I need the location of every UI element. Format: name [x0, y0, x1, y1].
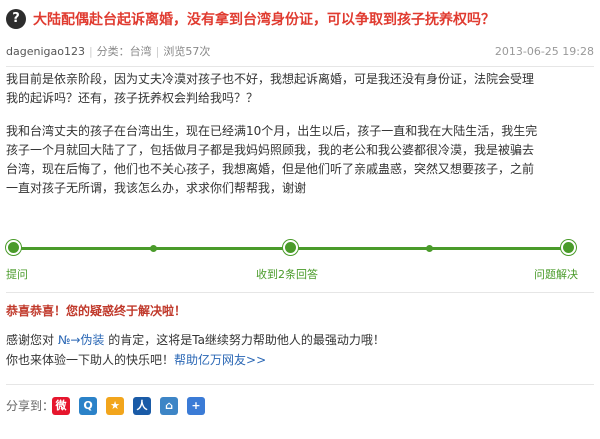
body-line: 我和台湾丈夫的孩子在台湾出生，现在已经满10个月，出生以后，孩子一直和我在大陆生… — [6, 124, 538, 138]
body-line: 台湾，现在后悔了，他们也不关心孩子，我想离婚，但是他们听了亲戚蛊惑，突然又想要孩… — [6, 162, 535, 176]
meta-separator: | — [88, 45, 93, 58]
progress-step-resolved-label: 问题解决 — [534, 268, 578, 281]
invite-text: 你也来体验一下助人的快乐吧！帮助亿万网友>> — [6, 351, 266, 369]
body-line: 一直对孩子无所谓，我该怎么办，求求你们帮帮我，谢谢 — [6, 181, 307, 195]
thanks-prefix: 感谢您对 — [6, 333, 55, 347]
divider — [6, 292, 594, 293]
renren-icon[interactable]: 人 — [133, 397, 151, 415]
question-meta: dagenigao123 | 分类：台湾 | 浏览57次 2013-06-25 19:2… — [6, 44, 594, 60]
question-body-para-2: 我和台湾丈夫的孩子在台湾出生，现在已经满10个月，出生以后，孩子一直和我在大陆生… — [6, 122, 591, 198]
progress-bar: 提问 收到2条回答 问题解决 — [6, 240, 578, 281]
progress-step-ask-dot — [6, 240, 21, 255]
progress-mid-dot — [426, 245, 433, 252]
question-title: 大陆配偶赴台起诉离婚，没有拿到台湾身份证，可以争取到孩子抚养权吗？ — [33, 12, 495, 28]
view-count: 浏览57次 — [163, 45, 211, 58]
invite-prefix: 你也来体验一下助人的快乐吧！ — [6, 353, 175, 367]
meta-separator: | — [155, 45, 160, 58]
bookmark-icon[interactable]: ⌂ — [160, 397, 178, 415]
progress-mid-dot — [150, 245, 157, 252]
thanks-text: 感谢您对 №→伪装 的肯定，这将是Ta继续努力帮助他人的最强动力哦！ — [6, 331, 385, 349]
post-time: 2013-06-25 19:28 — [494, 45, 594, 58]
share-label: 分享到： — [6, 399, 55, 413]
progress-step-resolved-dot — [561, 240, 576, 255]
help-others-link[interactable]: 帮助亿万网友>> — [174, 353, 266, 367]
question-icon: ? — [6, 9, 26, 29]
share-icons: 微 Q ★ 人 ⌂ + — [52, 397, 214, 417]
thanks-suffix: 的肯定，这将是Ta继续努力帮助他人的最强动力哦！ — [108, 333, 385, 347]
qzone-icon[interactable]: Q — [79, 397, 97, 415]
answerer-link[interactable]: №→伪装 — [58, 333, 105, 347]
progress-step-answers-label: 收到2条回答 — [256, 268, 318, 281]
divider — [6, 66, 594, 67]
body-line: 我的起诉吗？还有，孩子抚养权会判给我吗？？ — [6, 91, 259, 105]
more-icon[interactable]: + — [187, 397, 205, 415]
resolved-heading: 恭喜恭喜！您的疑惑终于解决啦！ — [6, 304, 187, 318]
weibo-icon[interactable]: 微 — [52, 397, 70, 415]
author-link[interactable]: dagenigao123 — [6, 45, 85, 58]
star-icon[interactable]: ★ — [106, 397, 124, 415]
progress-step-ask-label: 提问 — [6, 268, 28, 281]
category-text[interactable]: 分类：台湾 — [97, 45, 152, 58]
progress-step-answers-dot — [283, 240, 298, 255]
body-line: 我目前是依亲阶段，因为丈夫冷漠对孩子也不好，我想起诉离婚，可是我还没有身份证，法… — [6, 72, 535, 86]
share-bar: 分享到： 微 Q ★ 人 ⌂ + — [6, 396, 306, 416]
divider — [6, 384, 594, 385]
body-line: 孩子一个月就回大陆了了，包括做月子都是我妈妈照顾我，我的老公和我公婆都很冷漠，我… — [6, 143, 535, 157]
question-body-para-1: 我目前是依亲阶段，因为丈夫冷漠对孩子也不好，我想起诉离婚，可是我还没有身份证，法… — [6, 70, 591, 108]
